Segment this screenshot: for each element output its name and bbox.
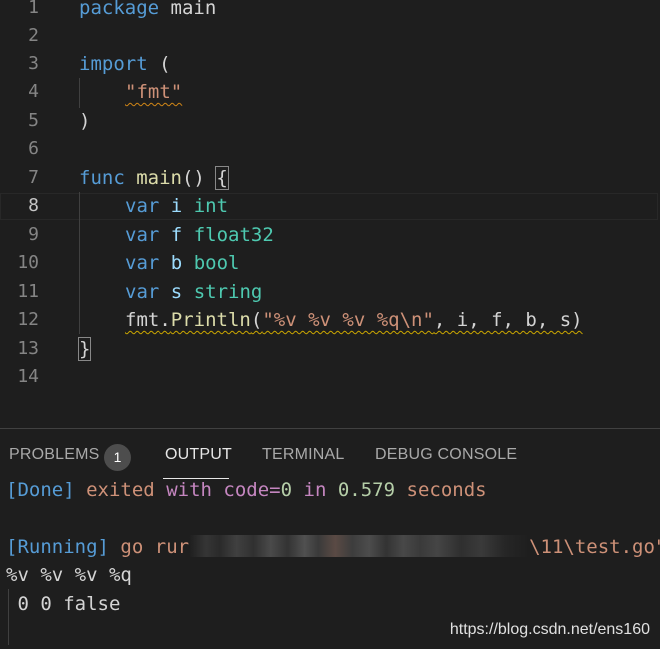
code-line-13: 13 } [0, 335, 660, 363]
code-line-4: 4 "fmt" [0, 78, 660, 106]
code-line-1: 1 package main [0, 0, 660, 22]
function-call: Println [170, 309, 251, 331]
keyword-func: func [79, 167, 125, 189]
line-number: 10 [17, 252, 39, 273]
line-number: 12 [17, 309, 39, 330]
type-name: string [193, 281, 263, 303]
line-number: 11 [17, 281, 39, 302]
var-name: b [170, 252, 183, 274]
redacted-path [189, 535, 530, 557]
function-name: main [136, 167, 182, 189]
line-number: 4 [28, 81, 39, 102]
var-name: f [170, 224, 183, 246]
running-tag: [Running] [6, 536, 109, 558]
format-string: "%v %v %v %q\n" [262, 309, 434, 331]
line-number: 13 [17, 338, 39, 359]
code-editor[interactable]: 1 package main 2 3 import ( 4 "fmt" 5 ) … [0, 0, 660, 428]
code-line-2: 2 [0, 22, 660, 50]
type-name: int [193, 195, 229, 217]
keyword-var: var [125, 224, 160, 246]
dot: . [159, 309, 171, 331]
keyword-import: import [79, 53, 148, 75]
tab-problems[interactable]: PROBLEMS [9, 446, 100, 464]
output-word: go [120, 536, 144, 558]
package-ref: fmt [125, 309, 160, 331]
tab-terminal[interactable]: TERMINAL [262, 446, 345, 464]
line-number: 14 [17, 366, 39, 387]
line-number: 1 [28, 0, 39, 18]
package-name: main [170, 0, 217, 19]
output-word: rur [154, 536, 190, 558]
type-name: bool [193, 252, 240, 274]
line-number: 5 [28, 110, 39, 131]
line-number: 8 [28, 195, 39, 216]
output-line-printed-2: 0 0 false [6, 593, 121, 615]
keyword-var: var [125, 195, 160, 217]
output-line-done: [Done] exited with code=0 in 0.579 secon… [6, 476, 487, 504]
code-line-3: 3 import ( [0, 50, 660, 78]
parens: () [181, 167, 205, 189]
call-args: , i, f, b, s) [433, 309, 583, 331]
type-name: float32 [193, 224, 274, 246]
line-number: 6 [28, 138, 39, 159]
keyword-var: var [125, 281, 160, 303]
code-line-11: 11 var s string [0, 278, 660, 306]
code-line-12: 12 fmt.Println("%v %v %v %q\n", i, f, b,… [0, 306, 660, 334]
tab-debug-console[interactable]: DEBUG CONSOLE [375, 446, 517, 464]
output-word: exited [86, 479, 155, 501]
keyword-var: var [125, 252, 160, 274]
keyword-package: package [79, 0, 160, 19]
problems-count-badge: 1 [104, 444, 131, 471]
bottom-panel: PROBLEMS 1 OUTPUT TERMINAL DEBUG CONSOLE… [0, 428, 660, 649]
output-line-printed-1: %v %v %v %q [6, 564, 132, 586]
paren: ( [159, 53, 171, 75]
code-line-8: 8 var i int [0, 192, 660, 220]
paren: ) [79, 110, 91, 132]
output-word: seconds [406, 479, 487, 501]
code-line-5: 5 ) [0, 107, 660, 135]
var-name: s [170, 281, 183, 303]
import-string: "fmt" [125, 81, 183, 103]
tab-output[interactable]: OUTPUT [165, 446, 232, 464]
line-number: 2 [28, 25, 39, 46]
code-line-6: 6 [0, 135, 660, 163]
line-number: 7 [28, 167, 39, 188]
output-word: with [166, 479, 212, 501]
var-name: i [170, 195, 183, 217]
panel-tabs: PROBLEMS 1 OUTPUT TERMINAL DEBUG CONSOLE [0, 429, 660, 481]
duration: 0.579 [337, 479, 396, 501]
line-number: 3 [28, 53, 39, 74]
output-word: code= [223, 479, 281, 501]
watermark: https://blog.csdn.net/ens160 [449, 621, 650, 638]
code-line-14: 14 [0, 363, 660, 391]
output-word: in [303, 479, 327, 501]
done-tag: [Done] [6, 479, 75, 501]
file-path: \11\test.go" [529, 536, 660, 558]
paren: ( [250, 309, 263, 331]
code-line-9: 9 var f float32 [0, 221, 660, 249]
line-number: 9 [28, 224, 39, 245]
close-brace: } [77, 337, 92, 361]
output-line-running: [Running] go rur \11\test.go" [6, 533, 660, 561]
code-line-7: 7 func main() { [0, 164, 660, 192]
exit-code: 0 [280, 479, 293, 501]
code-line-10: 10 var b bool [0, 249, 660, 277]
open-brace: { [215, 166, 229, 190]
